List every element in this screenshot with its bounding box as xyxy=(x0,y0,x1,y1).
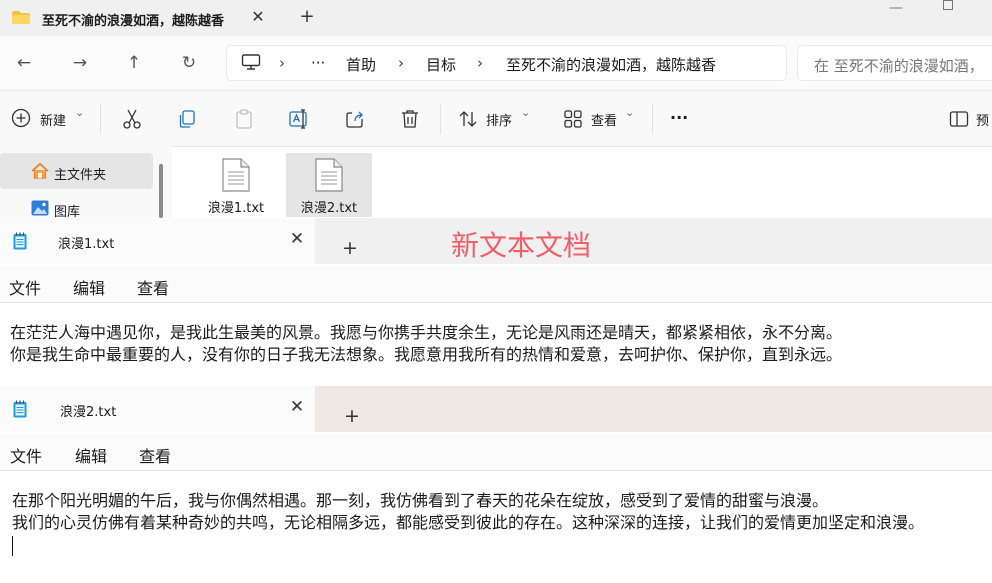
file-item-selected[interactable]: 浪漫2.txt xyxy=(286,153,372,217)
breadcrumb-more[interactable]: ··· xyxy=(311,54,325,72)
file-name: 浪漫2.txt xyxy=(300,201,358,216)
nav-item-gallery[interactable]: 图库 xyxy=(54,201,80,218)
notepad-tab[interactable]: 浪漫1.txt ✕ xyxy=(0,218,315,264)
breadcrumb-item-current[interactable]: 至死不渝的浪漫如酒，越陈越香 xyxy=(506,54,716,75)
menu-file[interactable]: 文件 xyxy=(10,443,42,467)
forward-arrow-icon[interactable]: → xyxy=(69,52,91,74)
copy-icon[interactable] xyxy=(176,107,200,131)
explorer-tab-close-icon[interactable]: ✕ xyxy=(248,6,268,28)
breadcrumb-separator: › xyxy=(477,54,483,72)
notepad-tab-close-icon[interactable]: ✕ xyxy=(286,396,308,418)
nav-pane-scrollbar[interactable] xyxy=(159,164,163,218)
rename-icon[interactable] xyxy=(287,107,311,131)
breadcrumb-item[interactable]: 首助 xyxy=(346,54,376,75)
notepad-new-tab-button[interactable]: + xyxy=(338,236,362,260)
notepad-text-area[interactable]: 在那个阳光明媚的午后，我与你偶然相遇。那一刻，我仿佛看到了春天的花朵在绽放，感受… xyxy=(12,490,987,534)
overlay-caption: 新文本文档 xyxy=(451,229,592,262)
toolbar-divider xyxy=(100,104,101,134)
file-explorer-window: 至死不渝的浪漫如酒，越陈越香 ✕ + — ← → ↑ ↻ › ··· 首助 › … xyxy=(0,0,992,218)
text-line: 在茫茫人海中遇见你，是我此生最美的风景。我愿与你携手共度余生，无论是风雨还是晴天… xyxy=(10,323,843,342)
delete-icon[interactable] xyxy=(398,107,422,131)
breadcrumb-separator: › xyxy=(398,54,404,72)
up-arrow-icon[interactable]: ↑ xyxy=(123,52,145,74)
chevron-down-icon: ⌄ xyxy=(521,106,531,119)
file-item[interactable]: 浪漫1.txt xyxy=(193,153,279,217)
minimize-icon[interactable]: — xyxy=(886,0,906,16)
breadcrumb-separator: › xyxy=(279,54,285,72)
notepad-tab-title: 浪漫2.txt xyxy=(60,405,117,420)
notepad-tab-close-icon[interactable]: ✕ xyxy=(286,228,308,250)
search-placeholder: 在 至死不渝的浪漫如酒， xyxy=(814,57,984,75)
text-line: 在那个阳光明媚的午后，我与你偶然相遇。那一刻，我仿佛看到了春天的花朵在绽放，感受… xyxy=(12,491,829,510)
paste-icon xyxy=(236,109,252,129)
view-button[interactable]: 查看 xyxy=(591,110,617,132)
refresh-icon[interactable]: ↻ xyxy=(178,52,200,74)
search-input[interactable]: 在 至死不渝的浪漫如酒， xyxy=(797,45,992,81)
explorer-tab[interactable]: 至死不渝的浪漫如酒，越陈越香 ✕ xyxy=(0,0,280,36)
notepad-tab-title: 浪漫1.txt xyxy=(58,237,115,252)
chevron-down-icon: ⌄ xyxy=(75,106,85,119)
cut-icon[interactable] xyxy=(120,107,144,131)
menu-view[interactable]: 查看 xyxy=(137,275,169,299)
notepad-menu-bar: 文件 编辑 查看 xyxy=(0,434,992,471)
maximize-icon[interactable] xyxy=(938,0,958,14)
details-button[interactable]: 预 xyxy=(976,110,989,132)
text-line: 我们的心灵仿佛有着某种奇妙的共鸣，无论相隔多远，都能感受到彼此的存在。这种深深的… xyxy=(12,513,925,532)
new-button[interactable]: 新建 xyxy=(40,110,66,132)
menu-edit[interactable]: 编辑 xyxy=(73,275,105,299)
sort-icon[interactable] xyxy=(457,108,479,130)
text-file-icon xyxy=(315,158,343,192)
back-arrow-icon[interactable]: ← xyxy=(13,52,35,74)
toolbar-divider xyxy=(440,104,441,134)
notepad-text-area[interactable]: 在茫茫人海中遇见你，是我此生最美的风景。我愿与你携手共度余生，无论是风雨还是晴天… xyxy=(10,322,985,366)
notepad-icon xyxy=(13,400,27,418)
folder-icon xyxy=(12,11,30,24)
home-icon xyxy=(31,162,49,179)
view-grid-icon[interactable] xyxy=(562,108,584,130)
nav-item-home[interactable]: 主文件夹 xyxy=(54,164,106,183)
notepad-icon xyxy=(13,232,27,250)
chevron-down-icon: ⌄ xyxy=(625,106,635,119)
explorer-tab-title: 至死不渝的浪漫如酒，越陈越香 xyxy=(42,14,225,29)
menu-edit[interactable]: 编辑 xyxy=(75,443,107,467)
computer-icon xyxy=(241,54,261,70)
address-box[interactable]: › ··· 首助 › 目标 › 至死不渝的浪漫如酒，越陈越香 xyxy=(226,45,787,81)
explorer-new-tab-button[interactable]: + xyxy=(296,6,318,28)
sort-button[interactable]: 排序 xyxy=(486,110,512,132)
toolbar-divider xyxy=(652,104,653,134)
text-file-icon xyxy=(222,158,250,192)
file-name: 浪漫1.txt xyxy=(207,201,265,216)
gallery-icon xyxy=(31,200,49,216)
notepad-menu-bar: 文件 编辑 查看 xyxy=(0,266,992,303)
menu-view[interactable]: 查看 xyxy=(139,443,171,467)
notepad-window-2: 浪漫2.txt ✕ + 文件 编辑 查看 在那个阳光明媚的午后，我与你偶然相遇。… xyxy=(0,386,992,583)
text-caret xyxy=(12,536,13,556)
plus-circle-icon[interactable] xyxy=(10,107,32,129)
notepad-tab[interactable]: 浪漫2.txt ✕ xyxy=(0,386,315,432)
share-icon[interactable] xyxy=(343,107,367,131)
details-pane-icon[interactable] xyxy=(948,108,970,130)
menu-file[interactable]: 文件 xyxy=(9,275,41,299)
text-line: 你是我生命中最重要的人，没有你的日子我无法想象。我愿意用我所有的热情和爱意，去呵… xyxy=(10,345,843,364)
notepad-new-tab-button[interactable]: + xyxy=(340,404,364,428)
breadcrumb-item[interactable]: 目标 xyxy=(426,54,456,75)
more-options-button[interactable]: ··· xyxy=(670,108,688,130)
